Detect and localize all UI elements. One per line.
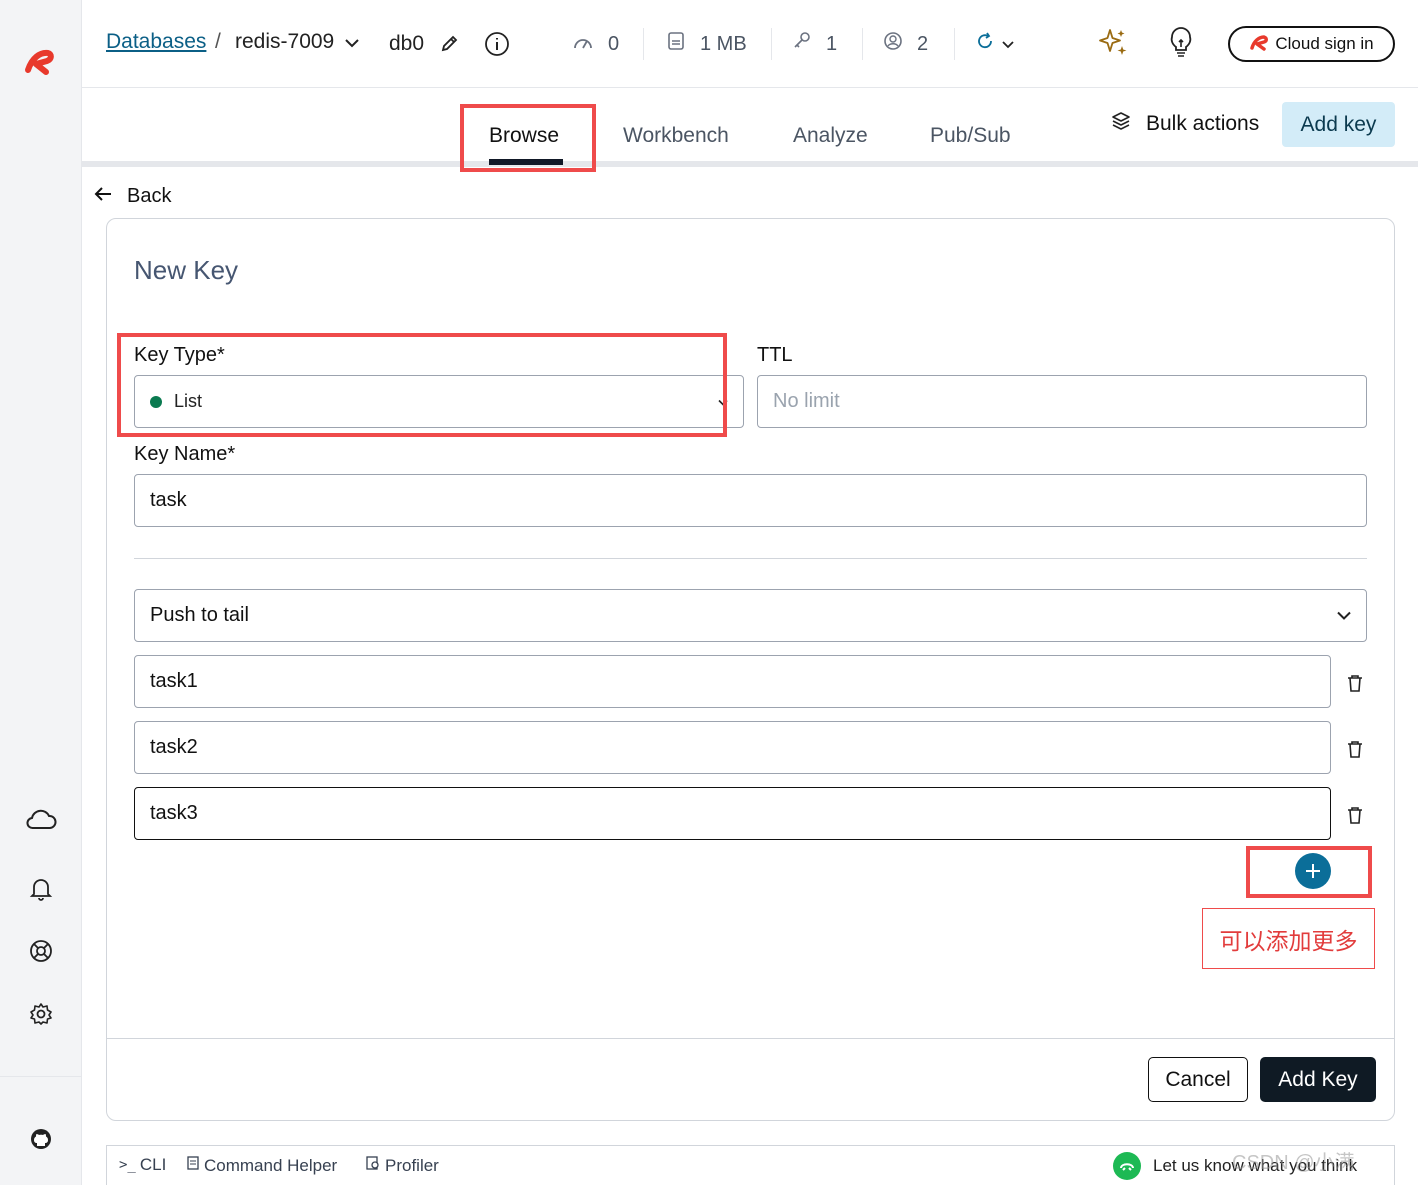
memory-icon bbox=[666, 31, 686, 57]
cli-button[interactable]: >_ CLI bbox=[119, 1155, 166, 1175]
chevron-down-icon bbox=[1336, 604, 1352, 627]
cloud-sign-in-button[interactable]: Cloud sign in bbox=[1228, 26, 1395, 62]
ttl-input[interactable]: No limit bbox=[757, 375, 1367, 428]
top-bar: Databases / redis-7009 db0 0 1 MB 1 2 Cl… bbox=[82, 0, 1418, 88]
help-lifebuoy-icon[interactable] bbox=[24, 934, 58, 968]
refresh-control[interactable] bbox=[975, 30, 1015, 58]
key-icon bbox=[792, 31, 812, 57]
stat-separator bbox=[862, 28, 863, 60]
annotation-note: 可以添加更多 bbox=[1202, 908, 1375, 969]
back-link[interactable]: Back bbox=[93, 185, 171, 208]
add-key-submit-button[interactable]: Add Key bbox=[1260, 1057, 1376, 1102]
annotation-highlight-key-type bbox=[117, 333, 727, 437]
bulk-actions-button[interactable]: Bulk actions bbox=[1110, 110, 1259, 138]
profiler-button[interactable]: Profiler bbox=[365, 1155, 439, 1176]
annotation-highlight-plus bbox=[1246, 846, 1372, 898]
arrow-left-icon bbox=[93, 185, 113, 208]
profiler-icon bbox=[365, 1155, 381, 1176]
panel-title: New Key bbox=[134, 255, 239, 285]
stat-separator bbox=[771, 28, 772, 60]
key-name-input[interactable]: task bbox=[134, 474, 1367, 527]
stat-separator bbox=[954, 28, 955, 60]
stat-memory: 1 MB bbox=[666, 30, 747, 58]
redis-logo-icon[interactable] bbox=[22, 44, 58, 80]
stat-keys: 1 bbox=[792, 30, 837, 58]
stat-clients-value: 2 bbox=[917, 32, 929, 55]
info-icon[interactable] bbox=[484, 31, 510, 62]
refresh-chevron-down-icon[interactable] bbox=[1001, 33, 1015, 56]
key-name-label: Key Name* bbox=[134, 443, 236, 465]
redis-logo-icon bbox=[1249, 32, 1271, 57]
github-icon[interactable] bbox=[24, 1122, 58, 1156]
refresh-icon[interactable] bbox=[975, 31, 995, 57]
edit-pencil-icon[interactable] bbox=[440, 33, 460, 58]
tab-workbench[interactable]: Workbench bbox=[623, 124, 729, 148]
panel-footer-divider bbox=[107, 1038, 1394, 1039]
stat-clients: 2 bbox=[883, 30, 928, 58]
lightbulb-insights-icon[interactable] bbox=[1168, 27, 1194, 64]
ttl-label: TTL bbox=[757, 344, 793, 366]
left-rail bbox=[0, 0, 82, 1185]
stat-ops: 0 bbox=[572, 30, 619, 58]
breadcrumb-separator: / bbox=[215, 30, 221, 53]
back-label: Back bbox=[127, 185, 172, 207]
section-divider bbox=[134, 558, 1367, 559]
rail-divider bbox=[0, 1076, 82, 1077]
chevron-down-icon[interactable] bbox=[344, 36, 360, 54]
command-helper-button[interactable]: Command Helper bbox=[186, 1155, 337, 1176]
push-mode-value: Push to tail bbox=[150, 604, 249, 626]
tab-pubsub[interactable]: Pub/Sub bbox=[930, 124, 1011, 148]
trash-icon[interactable] bbox=[1345, 738, 1365, 760]
bell-icon[interactable] bbox=[24, 872, 58, 906]
settings-gear-icon[interactable] bbox=[24, 997, 58, 1031]
gauge-icon bbox=[572, 33, 594, 56]
document-icon bbox=[186, 1155, 200, 1176]
stat-ops-value: 0 bbox=[608, 32, 620, 55]
push-mode-select[interactable]: Push to tail bbox=[134, 589, 1367, 642]
cli-label: CLI bbox=[139, 1155, 167, 1174]
breadcrumb-databases-link[interactable]: Databases bbox=[106, 30, 206, 54]
trash-icon[interactable] bbox=[1345, 672, 1365, 694]
list-element-input[interactable]: task1 bbox=[134, 655, 1331, 708]
annotation-highlight-browse bbox=[460, 104, 596, 172]
ai-sparkle-icon[interactable] bbox=[1096, 26, 1130, 65]
bulk-actions-label: Bulk actions bbox=[1146, 112, 1260, 135]
add-key-top-button[interactable]: Add key bbox=[1282, 102, 1395, 147]
profiler-label: Profiler bbox=[385, 1155, 439, 1175]
cancel-button[interactable]: Cancel bbox=[1148, 1057, 1248, 1102]
database-name: db0 bbox=[389, 32, 425, 55]
terminal-icon: >_ bbox=[119, 1157, 136, 1173]
stat-keys-value: 1 bbox=[826, 32, 838, 55]
user-circle-icon bbox=[883, 31, 903, 57]
trash-icon[interactable] bbox=[1345, 804, 1365, 826]
stat-memory-value: 1 MB bbox=[700, 32, 747, 55]
feedback-icon bbox=[1113, 1152, 1141, 1180]
tab-analyze[interactable]: Analyze bbox=[793, 124, 868, 148]
tabs-bar-divider bbox=[82, 161, 1418, 167]
stat-separator bbox=[643, 28, 644, 60]
breadcrumb-instance[interactable]: redis-7009 bbox=[235, 30, 334, 54]
layers-icon bbox=[1110, 110, 1132, 138]
cloud-sign-in-label: Cloud sign in bbox=[1275, 34, 1374, 53]
list-element-input[interactable]: task2 bbox=[134, 721, 1331, 774]
watermark: CSDN @小满 bbox=[1232, 1152, 1355, 1174]
list-element-input[interactable]: task3 bbox=[134, 787, 1331, 840]
cloud-icon[interactable] bbox=[24, 803, 58, 837]
command-helper-label: Command Helper bbox=[204, 1155, 338, 1175]
